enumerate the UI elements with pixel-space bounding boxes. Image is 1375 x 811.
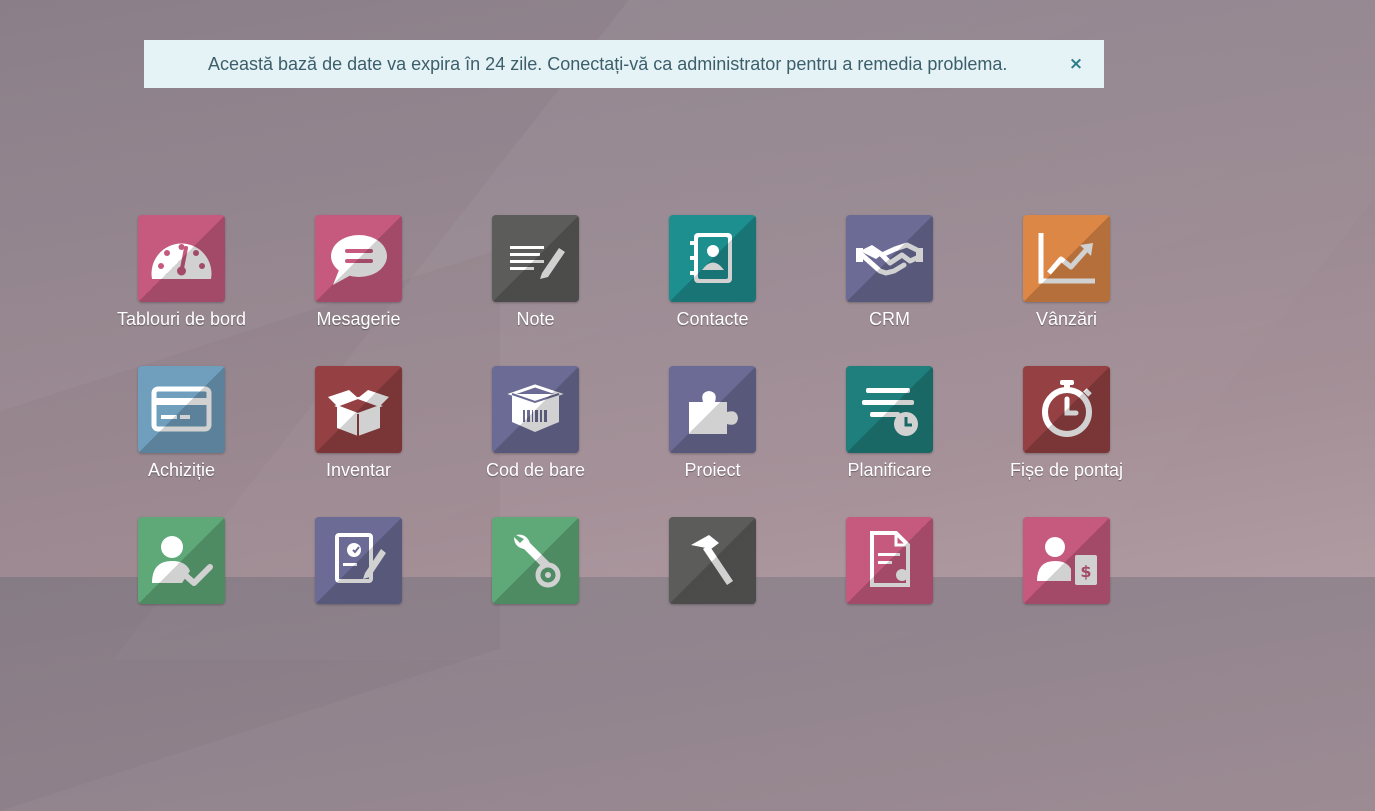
database-expiry-banner: Această bază de date va expira în 24 zil… <box>144 40 1104 88</box>
banner-message: Această bază de date va expira în 24 zil… <box>208 53 1008 74</box>
app-tile-row3-5[interactable] <box>801 517 978 668</box>
app-tile-project[interactable]: Proiect <box>624 366 801 517</box>
puzzle-piece-icon <box>689 391 738 434</box>
app-label: Contacte <box>676 309 749 329</box>
dashboard-gauge-icon <box>151 243 212 279</box>
app-tile-barcode[interactable]: Cod de bare <box>447 366 624 517</box>
handshake-icon <box>856 242 923 276</box>
app-icon-tile <box>669 517 756 604</box>
address-book-icon <box>690 233 732 283</box>
app-icon-tile <box>492 215 579 302</box>
open-box-icon <box>328 390 389 436</box>
app-icon-tile <box>1023 215 1110 302</box>
app-label: Vânzări <box>1035 309 1098 329</box>
wrench-gear-icon <box>514 534 561 588</box>
app-icon-tile: $ <box>1023 517 1110 604</box>
document-gear-icon <box>870 531 910 587</box>
app-label: CRM <box>869 309 910 329</box>
app-label: Inventar <box>325 460 392 480</box>
app-label: Tablouri de bord <box>116 309 247 329</box>
app-icon-tile <box>669 366 756 453</box>
banner-close-button[interactable]: × <box>1066 52 1086 76</box>
app-label: Mesagerie <box>316 309 401 329</box>
app-label: Proiect <box>684 460 741 480</box>
app-icon-tile <box>846 366 933 453</box>
app-tile-crm[interactable]: CRM <box>801 215 978 366</box>
app-tile-row3-3[interactable] <box>447 517 624 668</box>
app-tile-contacts[interactable]: Contacte <box>624 215 801 366</box>
hammer-icon <box>691 535 733 585</box>
chat-bubble-icon <box>331 235 387 285</box>
app-label: Planificare <box>847 460 932 480</box>
app-tile-messaging[interactable]: Mesagerie <box>270 215 447 366</box>
barcode-box-icon <box>507 384 564 432</box>
app-icon-tile <box>492 366 579 453</box>
app-tile-planning[interactable]: Planificare <box>801 366 978 517</box>
app-grid: Tablouri de bord Mesagerie Note Contacte… <box>93 215 1155 668</box>
notes-pencil-icon <box>510 246 565 279</box>
app-icon-tile <box>138 215 225 302</box>
app-tile-row3-1[interactable] <box>93 517 270 668</box>
app-tile-row3-4[interactable] <box>624 517 801 668</box>
app-tile-sales[interactable]: Vânzări <box>978 215 1155 366</box>
app-icon-tile <box>846 215 933 302</box>
app-icon-tile <box>315 517 402 604</box>
app-icon-tile <box>315 366 402 453</box>
app-icon-tile <box>492 517 579 604</box>
app-tile-inventory[interactable]: Inventar <box>270 366 447 517</box>
app-label: Note <box>516 309 555 329</box>
credit-card-icon <box>151 386 212 432</box>
user-check-icon <box>152 536 213 586</box>
app-icon-tile <box>315 215 402 302</box>
app-label: Fișe de pontaj <box>1009 460 1124 480</box>
trend-chart-icon <box>1038 233 1095 284</box>
user-invoice-icon: $ <box>1037 537 1097 585</box>
app-icon-tile <box>846 517 933 604</box>
app-label: Achiziție <box>147 460 216 480</box>
app-icon-tile <box>138 517 225 604</box>
app-icon-tile <box>1023 366 1110 453</box>
planning-clock-icon <box>862 388 918 436</box>
close-icon: × <box>1068 54 1084 74</box>
app-label: Cod de bare <box>485 460 586 480</box>
certificate-pen-icon <box>335 533 386 583</box>
app-tile-dashboards[interactable]: Tablouri de bord <box>93 215 270 366</box>
app-icon-tile <box>669 215 756 302</box>
app-icon-tile <box>138 366 225 453</box>
app-tile-notes[interactable]: Note <box>447 215 624 366</box>
app-tile-timesheets[interactable]: Fișe de pontaj <box>978 366 1155 517</box>
app-tile-purchase[interactable]: Achiziție <box>93 366 270 517</box>
app-tile-row3-6[interactable]: $ <box>978 517 1155 668</box>
app-tile-row3-2[interactable] <box>270 517 447 668</box>
svg-text:$: $ <box>1080 562 1091 581</box>
stopwatch-icon <box>1042 380 1092 437</box>
